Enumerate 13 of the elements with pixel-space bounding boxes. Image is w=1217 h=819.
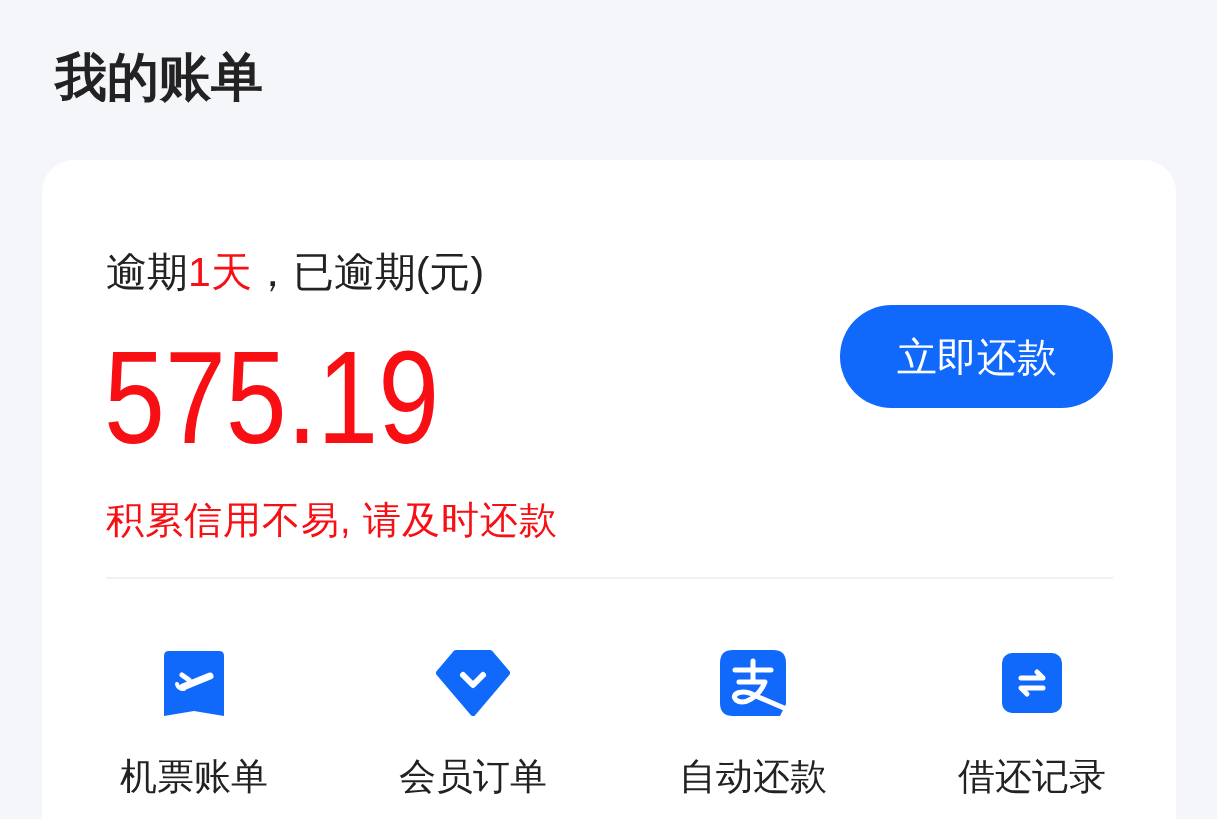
shortcut-link[interactable]: 会员订单 xyxy=(399,755,548,800)
shortcut-link[interactable]: 借还记录 xyxy=(958,755,1107,800)
transfer-arrows-icon[interactable] xyxy=(1002,653,1063,714)
repay-reminder-text: 积累信用不易, 请及时还款 xyxy=(106,497,560,543)
overdue-status-text: 逾期1天，已逾期(元) xyxy=(106,248,486,298)
overdue-amount: 575.19 xyxy=(104,331,440,464)
repay-now-button[interactable]: 立即还款 xyxy=(840,305,1113,409)
diamond-check-icon[interactable] xyxy=(436,650,511,717)
payment-icon[interactable] xyxy=(719,650,786,717)
shortcut-link[interactable]: 自动还款 xyxy=(678,755,827,800)
shortcut-link[interactable]: 机票账单 xyxy=(119,755,268,800)
page-title: 我的账单 xyxy=(55,47,263,108)
ticket-plane-icon[interactable] xyxy=(163,650,224,716)
